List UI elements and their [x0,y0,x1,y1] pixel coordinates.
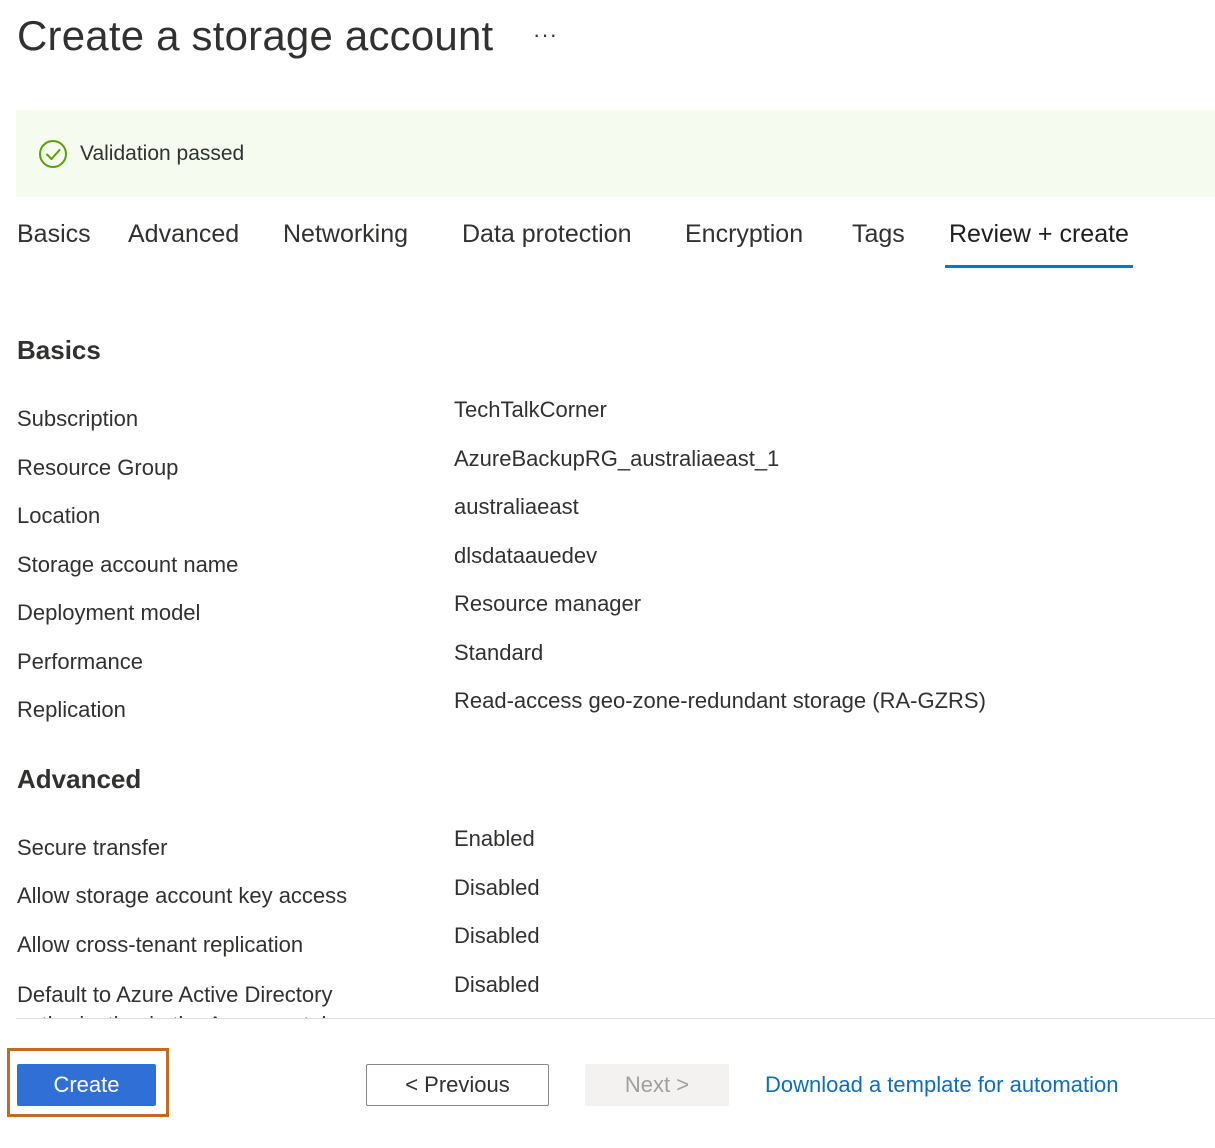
tab-review-create[interactable]: Review + create [945,220,1133,268]
row-value: dlsdataauedev [454,543,598,568]
tab-advanced[interactable]: Advanced [128,220,239,268]
row-label: Deployment model [17,600,201,625]
check-circle-icon [39,139,67,168]
review-content[interactable]: Basics Subscription TechTalkCorner Resou… [0,300,1215,1018]
row-label: Storage account name [17,552,239,577]
previous-button[interactable]: < Previous [366,1064,549,1106]
tab-basics[interactable]: Basics [17,220,91,268]
row-value: Read-access geo-zone-redundant storage (… [454,688,986,713]
footer-divider [16,1018,1215,1019]
row-label: Secure transfer [17,835,168,860]
tab-tags[interactable]: Tags [852,220,905,268]
more-options-icon[interactable]: ··· [533,22,558,48]
row-label: Default to Azure Active Directory author… [17,982,333,1018]
section-title-basics: Basics [17,335,101,365]
create-button[interactable]: Create [17,1064,156,1106]
row-label: Location [17,503,101,528]
tab-networking[interactable]: Networking [283,220,408,268]
row-value: australiaeast [454,494,579,519]
row-value: AzureBackupRG_australiaeast_1 [454,446,780,471]
row-label: Resource Group [17,455,179,480]
next-button[interactable]: Next > [585,1064,729,1106]
row-value: Disabled [454,972,540,997]
row-value: Standard [454,640,544,665]
page-title: Create a storage account [17,12,494,59]
row-label: Replication [17,697,126,722]
download-template-link[interactable]: Download a template for automation [765,1072,1118,1098]
validation-text: Validation passed [80,141,245,165]
row-value: TechTalkCorner [454,397,607,422]
row-label: Subscription [17,406,139,431]
row-value: Disabled [454,875,540,900]
row-label: Performance [17,649,143,674]
validation-banner: Validation passed [16,110,1215,197]
row-label: Allow storage account key access [17,883,348,908]
row-value: Disabled [454,923,540,948]
tab-data-protection[interactable]: Data protection [462,220,632,268]
row-value: Resource manager [454,591,642,616]
row-label: Allow cross-tenant replication [17,932,304,957]
section-title-advanced: Advanced [17,764,142,794]
row-value: Enabled [454,826,535,851]
tab-encryption[interactable]: Encryption [685,220,803,268]
